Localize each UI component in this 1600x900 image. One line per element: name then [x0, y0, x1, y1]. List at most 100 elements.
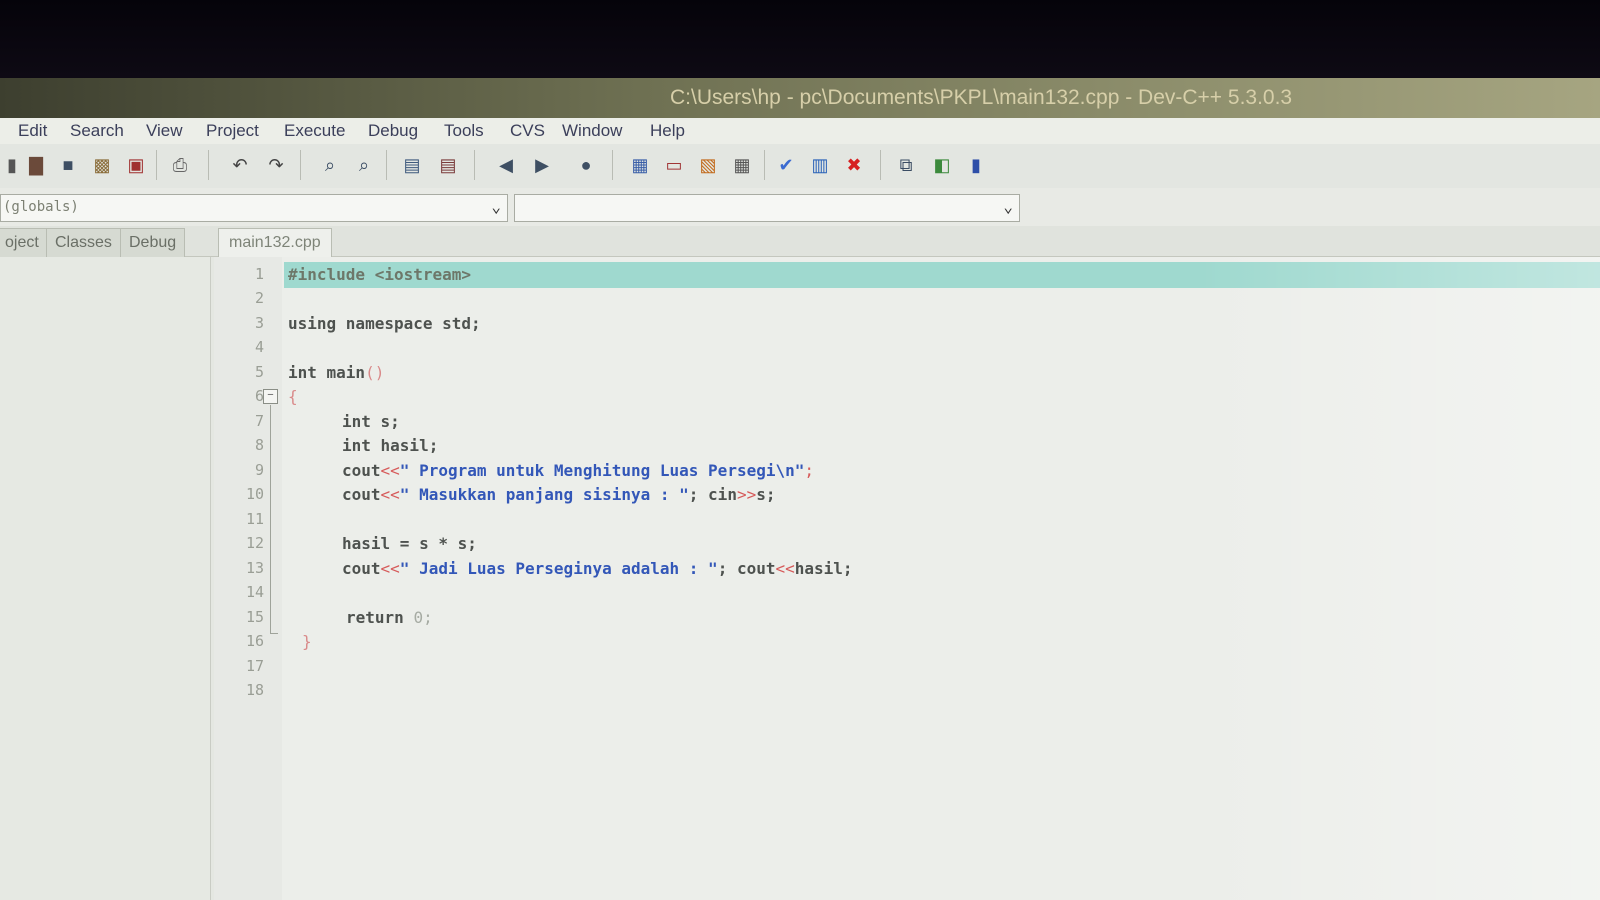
code-string: " Masukkan panjang sisinya : "	[399, 485, 689, 504]
save-all-icon[interactable]: ▩	[90, 153, 114, 177]
code-text: ; cout	[717, 559, 776, 578]
code-line-3: using namespace std;	[288, 314, 481, 333]
menu-execute[interactable]: Execute	[284, 121, 345, 141]
tab-classes[interactable]: Classes	[46, 228, 121, 257]
chevron-down-icon: ⌄	[1003, 197, 1013, 216]
new-project-icon[interactable]: ⧉	[894, 153, 918, 177]
menu-search[interactable]: Search	[70, 121, 124, 141]
line-number: 11	[245, 510, 264, 528]
monitor-bezel	[0, 0, 1600, 78]
replace-icon[interactable]: ⌕	[352, 153, 376, 177]
scope-combo[interactable]: (globals) ⌄	[0, 194, 508, 222]
line-number: 12	[245, 534, 264, 552]
line-number: 13	[245, 559, 264, 577]
line-number-gutter: 1 2 3 4 5 6 7 8 9 10 11 12 13 14 15 16 1…	[214, 257, 282, 900]
find-icon[interactable]: ⌕	[318, 153, 342, 177]
title-bar: C:\Users\hp - pc\Documents\PKPL\main132.…	[0, 78, 1600, 118]
class-browser-bar: (globals) ⌄ ⌄	[0, 188, 1600, 226]
code-operator: <<	[380, 559, 400, 578]
unindent-icon[interactable]: ▤	[436, 153, 460, 177]
code-line-1: #include <iostream>	[288, 265, 471, 284]
code-text: s;	[756, 485, 776, 504]
code-line-15: return 0;	[346, 608, 433, 627]
line-number: 2	[254, 289, 264, 307]
compile-run-icon[interactable]: ▧	[696, 153, 720, 177]
toolbar-separator	[474, 150, 475, 180]
code-semicolon: ;	[804, 461, 815, 480]
code-operator: <<	[380, 461, 400, 480]
goto-icon[interactable]: ●	[574, 153, 598, 177]
line-number: 8	[254, 436, 264, 454]
code-line-7: int s;	[342, 412, 400, 431]
close-icon[interactable]: ▣	[124, 153, 148, 177]
code-line-10: cout<<" Masukkan panjang sisinya : "; ci…	[342, 485, 775, 504]
indent-icon[interactable]: ▤	[400, 153, 424, 177]
rebuild-icon[interactable]: ▦	[730, 153, 754, 177]
code-text: ; cin	[688, 485, 737, 504]
check-syntax-icon[interactable]: ✔	[774, 153, 798, 177]
scope-combo-value: (globals)	[3, 199, 79, 215]
chart-icon[interactable]: ▥	[808, 153, 832, 177]
menu-view[interactable]: View	[146, 121, 183, 141]
menu-cvs[interactable]: CVS	[510, 121, 545, 141]
menu-bar: Edit Search View Project Execute Debug T…	[0, 118, 1600, 144]
line-number: 9	[254, 461, 264, 479]
code-paren: ()	[365, 363, 385, 382]
line-number: 3	[254, 314, 264, 332]
code-operator: <<	[380, 485, 400, 504]
new-file-icon[interactable]: ▮	[0, 153, 24, 177]
insert-icon[interactable]: ◧	[930, 153, 954, 177]
toolbar-separator	[880, 150, 881, 180]
compile-icon[interactable]: ▦	[628, 153, 652, 177]
code-line-8: int hasil;	[342, 436, 438, 455]
help-icon[interactable]: ▮	[964, 153, 988, 177]
toolbar-separator	[156, 150, 157, 180]
tab-debug[interactable]: Debug	[120, 228, 186, 257]
code-operator: >>	[736, 485, 757, 504]
print-icon[interactable]: ⎙	[168, 153, 192, 177]
stop-icon[interactable]: ✖	[842, 153, 866, 177]
bookmark-forward-icon[interactable]: ▶	[530, 153, 554, 177]
save-icon[interactable]: ■	[56, 153, 80, 177]
toolbar-separator	[300, 150, 301, 180]
code-line-12: hasil = s * s;	[342, 534, 477, 553]
code-text: cout	[342, 461, 381, 480]
open-icon[interactable]: ▇	[24, 153, 48, 177]
line-number: 17	[245, 657, 264, 675]
menu-tools[interactable]: Tools	[444, 121, 484, 141]
preprocessor-directive: #include <iostream>	[288, 265, 472, 284]
line-number: 10	[245, 485, 264, 503]
line-number: 6	[254, 387, 264, 405]
tab-project[interactable]: oject	[0, 228, 48, 257]
code-line-13: cout<<" Jadi Luas Perseginya adalah : ";…	[342, 559, 853, 578]
code-text: cout	[342, 485, 381, 504]
run-icon[interactable]: ▭	[662, 153, 686, 177]
code-brace: {	[288, 387, 298, 406]
line-number: 4	[254, 338, 264, 356]
line-number: 1	[254, 265, 264, 283]
tab-row: oject Classes Debug main132.cpp	[0, 226, 1600, 257]
bookmark-back-icon[interactable]: ◀	[494, 153, 518, 177]
code-text: using namespace std;	[288, 314, 481, 333]
menu-edit[interactable]: Edit	[18, 121, 47, 141]
menu-debug[interactable]: Debug	[368, 121, 418, 141]
code-text: int hasil;	[342, 436, 439, 455]
code-text: int main	[288, 363, 366, 382]
menu-window[interactable]: Window	[562, 121, 622, 141]
code-operator: <<	[775, 559, 795, 578]
menu-help[interactable]: Help	[650, 121, 685, 141]
fold-collapse-icon[interactable]: −	[263, 389, 278, 404]
toolbar-separator	[208, 150, 209, 180]
code-string: " Program untuk Menghitung Luas Persegi\…	[399, 461, 805, 480]
toolbar-separator	[764, 150, 765, 180]
code-brace: }	[302, 632, 312, 651]
menu-project[interactable]: Project	[206, 121, 259, 141]
code-editor[interactable]: 1 2 3 4 5 6 7 8 9 10 11 12 13 14 15 16 1…	[214, 257, 1600, 900]
line-number: 7	[254, 412, 264, 430]
undo-icon[interactable]: ↶	[228, 153, 252, 177]
toolbar-separator	[386, 150, 387, 180]
editor-tab-main132[interactable]: main132.cpp	[218, 228, 332, 257]
member-combo[interactable]: ⌄	[514, 194, 1020, 222]
redo-icon[interactable]: ↷	[264, 153, 288, 177]
code-string: " Jadi Luas Perseginya adalah : "	[399, 559, 718, 578]
